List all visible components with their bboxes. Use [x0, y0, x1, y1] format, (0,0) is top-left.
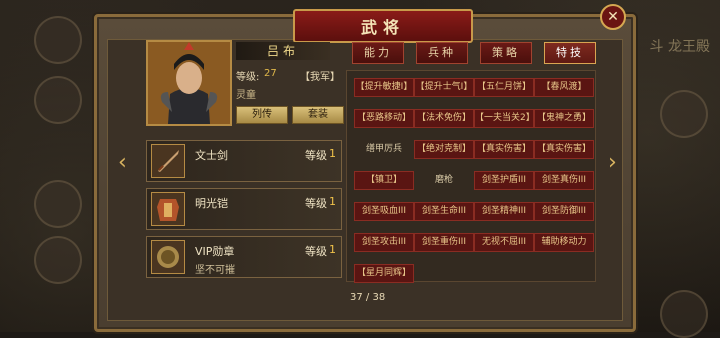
- equipment-level-label: 等级: [305, 245, 327, 258]
- bg-menu-icon: [34, 236, 82, 284]
- skill-chip[interactable]: 剑圣吸血III: [354, 202, 414, 221]
- equipment-name: VIP勋章: [195, 245, 235, 258]
- skill-chip[interactable]: 辅助移动力: [534, 233, 594, 252]
- hero-subname: 灵童: [236, 90, 256, 101]
- bg-menu-icon: [660, 90, 708, 138]
- skill-chip[interactable]: 【提升敏捷Ⅰ】: [354, 78, 414, 97]
- skill-chip[interactable]: 【一夫当关2】: [474, 109, 534, 128]
- equipment-name: 文士剑: [195, 149, 228, 162]
- window-title: 武将: [293, 9, 473, 43]
- equipment-level: 1: [329, 147, 336, 160]
- skill-chip[interactable]: 剑圣精神III: [474, 202, 534, 221]
- next-hero-arrow-icon[interactable]: ›: [608, 150, 617, 175]
- bg-menu-icon: [34, 180, 82, 228]
- bg-menu-icon: [660, 290, 708, 338]
- medal-icon: [151, 240, 185, 274]
- tab-strategy[interactable]: 策略: [480, 42, 532, 64]
- skill-chip[interactable]: 无视不屈III: [474, 233, 534, 252]
- skill-chip[interactable]: 【五仁月饼】: [474, 78, 534, 97]
- skill-chip[interactable]: 磨枪: [414, 171, 474, 190]
- skill-chip[interactable]: 【春风渡】: [534, 78, 594, 97]
- hero-level-label: 等级:: [236, 72, 260, 83]
- equipment-slot[interactable]: VIP勋章 等级 1 坚不可摧: [146, 236, 342, 278]
- skill-chip[interactable]: 【法术免伤】: [414, 109, 474, 128]
- tab-ability[interactable]: 能力: [352, 42, 404, 64]
- bg-menu-icon: [34, 16, 82, 64]
- skill-chip[interactable]: 【提升士气Ⅰ】: [414, 78, 474, 97]
- skill-chip[interactable]: 缮甲厉兵: [354, 140, 414, 159]
- skill-chip[interactable]: 剑圣生命III: [414, 202, 474, 221]
- skill-chip[interactable]: 剑圣防御III: [534, 202, 594, 221]
- skill-chip[interactable]: 剑圣真伤III: [534, 171, 594, 190]
- equipment-desc: 坚不可摧: [195, 265, 235, 276]
- equipment-level-label: 等级: [305, 197, 327, 210]
- page-indicator: 37 / 38: [350, 292, 386, 303]
- skill-chip[interactable]: 【恶路移动】: [354, 109, 414, 128]
- equipment-slot[interactable]: 明光铠 等级 1: [146, 188, 342, 230]
- sword-icon: [151, 144, 185, 178]
- hero-portrait: [146, 40, 232, 126]
- biography-button[interactable]: 列传: [236, 106, 288, 124]
- armor-icon: [151, 192, 185, 226]
- equipment-slot[interactable]: 文士剑 等级 1: [146, 140, 342, 182]
- bg-menu-icon: [34, 76, 82, 124]
- skill-chip[interactable]: 【鬼神之勇】: [534, 109, 594, 128]
- set-button[interactable]: 套装: [292, 106, 344, 124]
- skill-chip[interactable]: 剑圣护盾III: [474, 171, 534, 190]
- skill-chip[interactable]: 【真实伤害】: [474, 140, 534, 159]
- skill-chip[interactable]: 【绝对克制】: [414, 140, 474, 159]
- skill-chip[interactable]: 【真实伤害】: [534, 140, 594, 159]
- hero-name: 吕布: [236, 42, 330, 60]
- equipment-level: 1: [329, 195, 336, 208]
- skill-chip[interactable]: 【镇卫】: [354, 171, 414, 190]
- skill-chip[interactable]: 剑圣重伤III: [414, 233, 474, 252]
- hero-faction: 【我军】: [300, 72, 340, 83]
- equipment-level-label: 等级: [305, 149, 327, 162]
- equipment-level: 1: [329, 243, 336, 256]
- hero-level-value: 27: [264, 68, 277, 79]
- equipment-name: 明光铠: [195, 197, 228, 210]
- bg-side-text: 斗 龙王殿: [649, 39, 710, 55]
- tab-special-skills[interactable]: 特技: [544, 42, 596, 64]
- close-button[interactable]: ✕: [600, 4, 626, 30]
- prev-hero-arrow-icon[interactable]: ‹: [118, 150, 127, 175]
- skill-chip[interactable]: 【星月同辉】: [354, 264, 414, 283]
- skill-chip[interactable]: 剑圣攻击III: [354, 233, 414, 252]
- tab-troops[interactable]: 兵种: [416, 42, 468, 64]
